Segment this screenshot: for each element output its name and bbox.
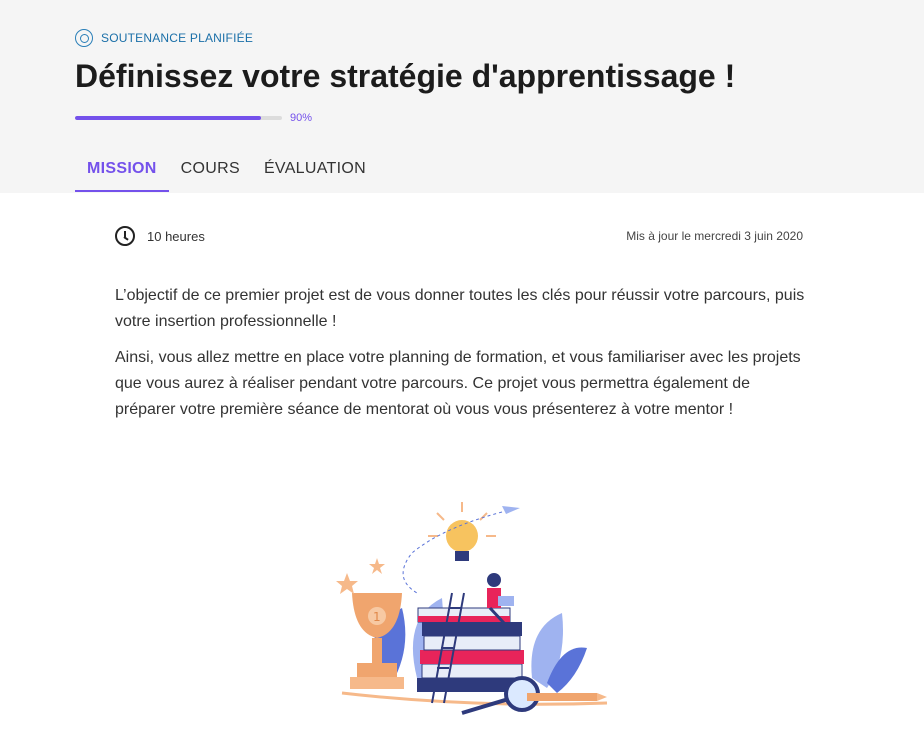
learning-illustration: 1 <box>336 502 608 715</box>
progress-track <box>75 116 282 120</box>
duration: 10 heures <box>115 226 205 246</box>
progress-label: 90% <box>290 112 313 124</box>
tab-bar: MISSION COURS ÉVALUATION <box>75 150 378 192</box>
tab-evaluation[interactable]: ÉVALUATION <box>252 150 378 192</box>
svg-text:1: 1 <box>373 610 381 624</box>
progress: 90% <box>75 112 312 124</box>
paragraph: Ainsi, vous allez mettre en place votre … <box>115 349 801 418</box>
project-meta: 10 heures Mis à jour le mercredi 3 juin … <box>115 226 803 246</box>
updated-date: Mis à jour le mercredi 3 juin 2020 <box>626 229 803 243</box>
page-title: Définissez votre stratégie d'apprentissa… <box>75 58 736 94</box>
status-badge: SOUTENANCE PLANIFIÉE <box>75 29 253 47</box>
paragraph: L’objectif de ce premier projet est de v… <box>115 287 805 330</box>
clock-icon <box>115 226 135 246</box>
project-header: SOUTENANCE PLANIFIÉE Définissez votre st… <box>0 0 924 193</box>
status-label: SOUTENANCE PLANIFIÉE <box>101 31 254 45</box>
duration-text: 10 heures <box>147 228 205 244</box>
target-icon <box>75 29 93 47</box>
tab-mission[interactable]: MISSION <box>75 150 169 192</box>
progress-fill <box>75 116 262 120</box>
tab-cours[interactable]: COURS <box>169 150 252 192</box>
mission-description: L’objectif de ce premier projet est de v… <box>115 283 805 433</box>
